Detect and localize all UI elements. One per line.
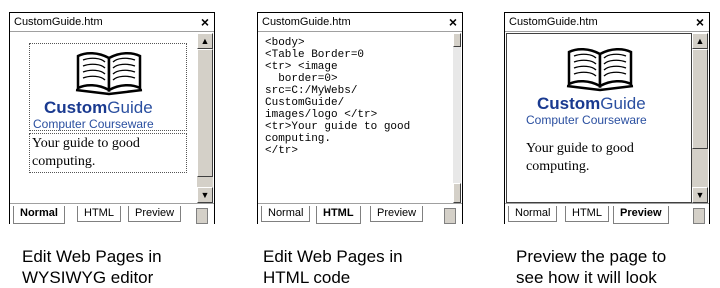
tab-scroll-area bbox=[693, 208, 705, 224]
tab-html[interactable]: HTML bbox=[316, 206, 361, 224]
scroll-thumb[interactable] bbox=[197, 49, 213, 177]
editor-window: CustomGuide.htm × CustomGuide Computer C… bbox=[504, 12, 710, 225]
title-bar: CustomGuide.htm × bbox=[505, 13, 709, 32]
window-title: CustomGuide.htm bbox=[262, 16, 351, 28]
tab-html[interactable]: HTML bbox=[565, 206, 609, 222]
logo-wordmark: CustomGuide bbox=[537, 94, 646, 113]
tab-preview[interactable]: Preview bbox=[370, 206, 424, 222]
editor-panel-html: CustomGuide.htm × <body> <Table Border=0… bbox=[257, 12, 463, 287]
scroll-down-icon[interactable]: ▼ bbox=[197, 187, 213, 203]
view-tabs: Normal HTML Preview bbox=[505, 203, 709, 225]
tab-preview[interactable]: Preview bbox=[128, 206, 182, 222]
tab-normal[interactable]: Normal bbox=[508, 206, 558, 222]
editor-window: CustomGuide.htm × <body> <Table Border=0… bbox=[257, 12, 463, 225]
tab-html[interactable]: HTML bbox=[77, 206, 121, 222]
title-bar: CustomGuide.htm × bbox=[258, 13, 462, 32]
editor-panel-preview: CustomGuide.htm × CustomGuide Computer C… bbox=[504, 12, 710, 287]
body-text: Your guide to good computing. bbox=[32, 136, 140, 169]
book-logo-icon bbox=[75, 52, 143, 96]
logo-wordmark: CustomGuide bbox=[44, 98, 153, 117]
tab-scroll-area bbox=[444, 208, 456, 224]
preview-content[interactable]: CustomGuide Computer Courseware Your gui… bbox=[506, 33, 692, 203]
html-source-code[interactable]: <body> <Table Border=0 <tr> <image borde… bbox=[265, 37, 410, 157]
vertical-scrollbar[interactable]: ▲ ▼ bbox=[692, 33, 708, 203]
editor-panel-normal: CustomGuide.htm × CustomGuide Computer C… bbox=[9, 12, 215, 287]
close-icon[interactable]: × bbox=[449, 13, 457, 31]
logo-cell[interactable]: CustomGuide Computer Courseware bbox=[29, 43, 187, 131]
text-cell[interactable]: Your guide to good computing. bbox=[29, 133, 187, 173]
scroll-down-icon[interactable] bbox=[453, 183, 461, 203]
view-tabs: Normal HTML Preview bbox=[10, 203, 214, 225]
vertical-scrollbar[interactable] bbox=[453, 33, 461, 203]
window-title: CustomGuide.htm bbox=[509, 16, 598, 28]
editor-window: CustomGuide.htm × CustomGuide Computer C… bbox=[9, 12, 215, 225]
view-tabs: Normal HTML Preview bbox=[258, 203, 462, 225]
scroll-up-icon[interactable]: ▲ bbox=[692, 33, 708, 49]
caption: Edit Web Pages in HTML code bbox=[263, 247, 403, 287]
close-icon[interactable]: × bbox=[201, 13, 209, 31]
window-title: CustomGuide.htm bbox=[14, 16, 103, 28]
book-logo-icon bbox=[566, 48, 634, 92]
tab-normal[interactable]: Normal bbox=[261, 206, 311, 222]
scroll-thumb[interactable] bbox=[453, 33, 461, 47]
scroll-down-icon[interactable]: ▼ bbox=[692, 187, 708, 203]
scroll-thumb[interactable] bbox=[692, 49, 708, 149]
tab-preview[interactable]: Preview bbox=[613, 206, 669, 224]
logo-tagline: Computer Courseware bbox=[526, 113, 647, 127]
scroll-up-icon[interactable]: ▲ bbox=[197, 33, 213, 49]
close-icon[interactable]: × bbox=[696, 13, 704, 31]
tab-scroll-area bbox=[196, 208, 208, 224]
caption: Preview the page to see how it will look bbox=[516, 247, 667, 287]
title-bar: CustomGuide.htm × bbox=[10, 13, 214, 32]
html-code-view[interactable]: <body> <Table Border=0 <tr> <image borde… bbox=[259, 33, 453, 203]
tab-normal[interactable]: Normal bbox=[13, 206, 65, 224]
logo-tagline: Computer Courseware bbox=[33, 117, 154, 131]
wysiwyg-content[interactable]: CustomGuide Computer Courseware Your gui… bbox=[11, 33, 197, 203]
caption: Edit Web Pages in WYSIWYG editor bbox=[22, 247, 162, 287]
vertical-scrollbar[interactable]: ▲ ▼ bbox=[197, 33, 213, 203]
body-text: Your guide to good computing. bbox=[526, 141, 634, 174]
